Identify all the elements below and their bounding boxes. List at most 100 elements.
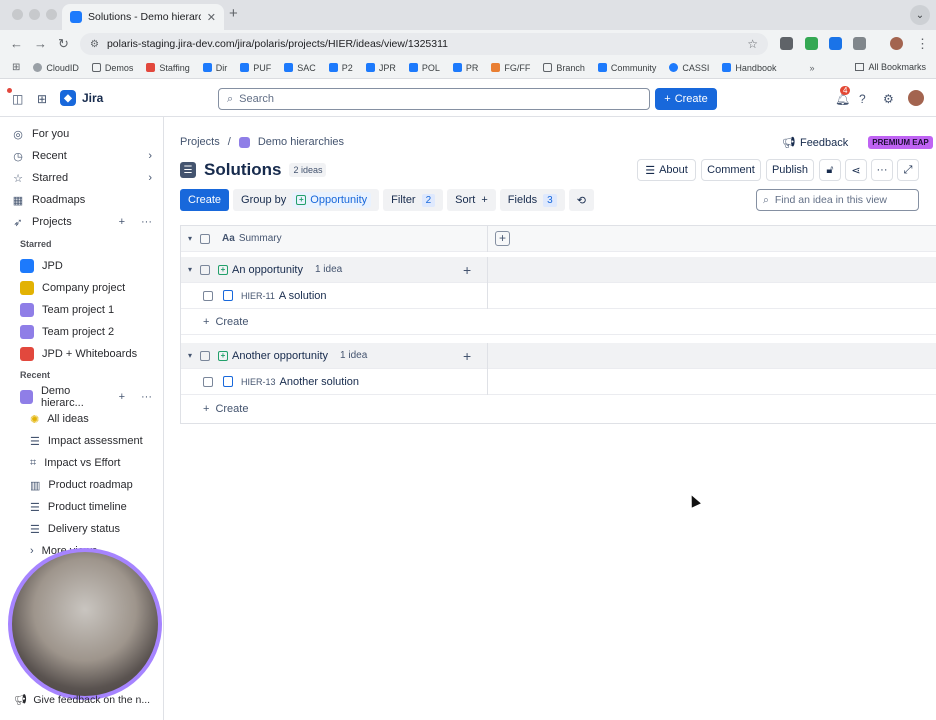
idea-key[interactable]: HIER-11 xyxy=(241,291,275,301)
forward-arrow-icon[interactable]: → xyxy=(34,36,47,51)
row-checkbox[interactable] xyxy=(203,290,213,301)
back-arrow-icon[interactable]: ← xyxy=(10,36,23,51)
extension-icon[interactable] xyxy=(805,37,818,50)
help-icon[interactable]: ? xyxy=(859,92,866,106)
extension-icon[interactable] xyxy=(829,37,842,50)
breadcrumb-projects-link[interactable]: Projects xyxy=(180,136,220,148)
view-product-roadmap[interactable]: ▥ Product roadmap xyxy=(30,475,133,495)
all-bookmarks-button[interactable]: All Bookmarks xyxy=(855,62,926,72)
address-bar[interactable]: ⚙ polaris-staging.jira-dev.com/jira/pola… xyxy=(80,33,768,55)
sidebar-toggle-icon[interactable]: ◫ xyxy=(12,92,23,106)
bookmark-star-icon[interactable]: ☆ xyxy=(747,37,758,51)
sidebar-item-recent[interactable]: ◷ Recent › xyxy=(12,146,152,166)
share-button[interactable]: ⋖ xyxy=(845,159,867,181)
group-checkbox[interactable] xyxy=(200,350,211,361)
bookmark-item[interactable]: P2 xyxy=(328,63,353,73)
view-delivery-status[interactable]: ☰ Delivery status xyxy=(30,519,120,539)
sidebar-item-for-you[interactable]: ◎ For you xyxy=(12,124,152,144)
starred-project-company[interactable]: Company project xyxy=(20,278,160,298)
about-button[interactable]: ☰ About xyxy=(637,159,696,181)
chevron-down-icon[interactable]: ▾ xyxy=(188,265,192,274)
jira-logo[interactable]: ◆ Jira xyxy=(60,90,103,106)
extensions-puzzle-icon[interactable] xyxy=(853,37,866,50)
lock-button[interactable]: 🔓︎ xyxy=(819,159,841,181)
tab-close-icon[interactable]: ✕ xyxy=(207,11,216,24)
idea-summary[interactable]: A solution xyxy=(279,290,327,302)
table-row[interactable]: HIER-11 A solution xyxy=(181,283,936,309)
apps-grid-icon[interactable]: ⊞ xyxy=(12,62,20,73)
extension-wrench-icon[interactable] xyxy=(780,37,793,50)
search-input[interactable]: ⌕ Search xyxy=(218,88,650,110)
bookmark-item[interactable]: PUF xyxy=(240,63,271,73)
add-project-icon[interactable]: + xyxy=(119,216,125,228)
add-idea-to-group-icon[interactable]: + xyxy=(463,348,471,364)
app-switcher-icon[interactable]: ⊞ xyxy=(37,92,47,106)
sidebar-item-starred[interactable]: ☆ Starred › xyxy=(12,168,152,188)
bookmark-item[interactable]: PR xyxy=(452,63,478,73)
row-checkbox[interactable] xyxy=(203,376,213,387)
select-all-checkbox[interactable] xyxy=(200,233,211,244)
fields-button[interactable]: Fields 3 xyxy=(499,189,565,211)
comment-button[interactable]: Comment xyxy=(701,159,761,181)
bookmark-item[interactable]: JPR xyxy=(365,63,396,73)
autosave-button[interactable]: ⟲ xyxy=(568,189,594,211)
sidebar-item-projects[interactable]: ➶ Projects + ··· xyxy=(12,212,152,232)
bookmark-item[interactable]: Staffing xyxy=(146,63,190,73)
more-icon[interactable]: ··· xyxy=(141,391,152,403)
idea-key[interactable]: HIER-13 xyxy=(241,377,276,387)
idea-summary[interactable]: Another solution xyxy=(280,376,360,388)
window-minimize-button[interactable] xyxy=(29,9,40,20)
bookmark-item[interactable]: Demos xyxy=(91,63,133,73)
summary-column-header[interactable]: Summary xyxy=(239,233,282,244)
browser-menu-icon[interactable]: ⋮ xyxy=(916,36,929,52)
sidebar-item-roadmaps[interactable]: ▦ Roadmaps xyxy=(12,190,152,210)
feedback-button[interactable]: 📢︎ Feedback xyxy=(782,136,848,150)
new-tab-icon[interactable]: + xyxy=(229,5,238,22)
view-all-ideas[interactable]: ✺ All ideas xyxy=(30,409,89,429)
find-idea-input[interactable]: ⌕ Find an idea in this view xyxy=(756,189,919,211)
bookmark-item[interactable]: FG/FF xyxy=(491,63,530,73)
bookmark-item[interactable]: Branch xyxy=(543,63,585,73)
reload-icon[interactable]: ↻ xyxy=(58,36,69,52)
group-row[interactable]: ▾ + An opportunity 1 idea + xyxy=(181,257,936,283)
more-bookmarks-chevron-icon[interactable]: » xyxy=(809,63,814,73)
tab-search-icon[interactable]: ⌄ xyxy=(910,5,930,25)
browser-tab[interactable]: Solutions - Demo hierarchies ✕ xyxy=(62,4,224,30)
view-impact-vs-effort[interactable]: ⌗ Impact vs Effort xyxy=(30,453,120,473)
group-checkbox[interactable] xyxy=(200,264,211,275)
bookmark-item[interactable]: Handbook xyxy=(722,63,776,73)
bookmark-item[interactable]: POL xyxy=(408,63,440,73)
starred-project-team1[interactable]: Team project 1 xyxy=(20,300,160,320)
bookmark-item[interactable]: SAC xyxy=(284,63,316,73)
chevron-down-icon[interactable]: ▾ xyxy=(188,351,192,360)
bookmark-item[interactable]: CloudID xyxy=(33,63,79,73)
sort-button[interactable]: Sort + xyxy=(447,189,496,211)
collapse-all-chevron-icon[interactable]: ▾ xyxy=(188,234,192,243)
give-feedback-link[interactable]: 📢︎ Give feedback on the n... xyxy=(14,693,150,707)
bookmark-item[interactable]: Community xyxy=(597,63,656,73)
publish-button[interactable]: Publish xyxy=(766,159,814,181)
recent-project-demo-hierarchies[interactable]: Demo hierarc... + ··· xyxy=(20,385,152,409)
settings-gear-icon[interactable]: ⚙ xyxy=(883,92,894,106)
starred-project-jpd-whiteboards[interactable]: JPD + Whiteboards xyxy=(20,344,160,364)
create-button[interactable]: + Create xyxy=(655,88,717,110)
profile-avatar-icon[interactable] xyxy=(890,37,903,50)
window-zoom-button[interactable] xyxy=(46,9,57,20)
group-by-button[interactable]: Group by + Opportunity xyxy=(233,189,380,211)
add-column-icon[interactable]: + xyxy=(495,231,510,246)
add-view-icon[interactable]: + xyxy=(119,391,125,403)
bookmark-item[interactable]: CASSI xyxy=(669,63,709,73)
user-avatar[interactable] xyxy=(908,90,924,106)
add-idea-to-group-icon[interactable]: + xyxy=(463,262,471,278)
view-impact-assessment[interactable]: ☰ Impact assessment xyxy=(30,431,143,451)
table-row[interactable]: HIER-13 Another solution xyxy=(181,369,936,395)
filter-button[interactable]: Filter 2 xyxy=(383,189,444,211)
bookmark-item[interactable]: Dir xyxy=(202,63,227,73)
window-close-button[interactable] xyxy=(12,9,23,20)
group-create-row[interactable]: + Create xyxy=(181,309,936,335)
starred-project-team2[interactable]: Team project 2 xyxy=(20,322,160,342)
fullscreen-button[interactable]: ⤢ xyxy=(897,159,919,181)
more-icon[interactable]: ··· xyxy=(141,216,152,228)
site-info-icon[interactable]: ⚙ xyxy=(90,39,99,50)
more-actions-button[interactable]: ··· xyxy=(871,159,893,181)
